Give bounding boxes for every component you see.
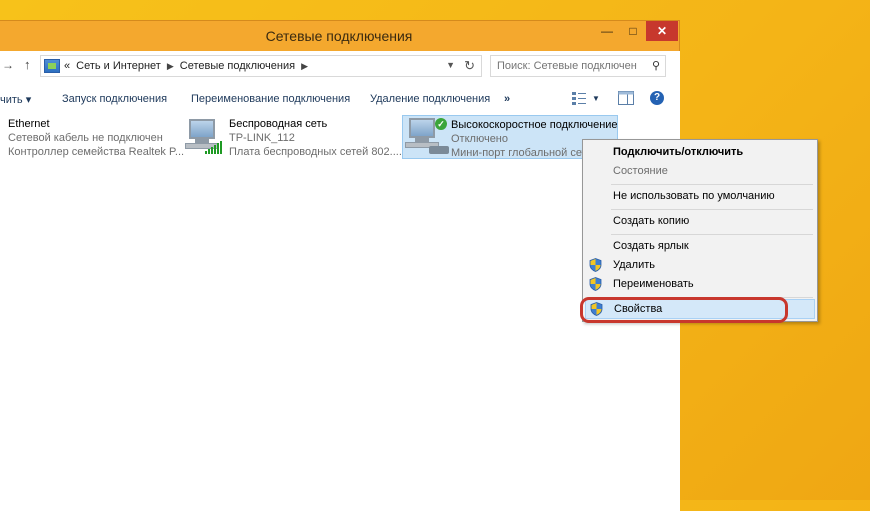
menu-item-connect-disconnect[interactable]: Подключить/отключить (583, 142, 817, 162)
preview-pane-icon[interactable] (618, 91, 634, 108)
close-button[interactable]: ✕ (646, 21, 678, 41)
window-client: → ↑ « Сеть и Интернет ▶ Сетевые подключе… (0, 51, 680, 511)
connection-status: TP-LINK_112 (229, 132, 295, 144)
organize-button[interactable]: чить ▾ (0, 93, 31, 106)
menu-item-not-default[interactable]: Не использовать по умолчанию (583, 186, 817, 206)
menu-item-delete[interactable]: Удалить (583, 255, 817, 275)
search-box[interactable]: ⚲ (490, 55, 666, 77)
menu-item-rename[interactable]: Переименовать (583, 274, 817, 294)
network-connections-window: Сетевые подключения — □ ✕ → ↑ « Сеть и И… (0, 20, 680, 511)
view-dropdown-icon[interactable]: ▼ (592, 94, 600, 103)
menu-separator (611, 209, 813, 210)
control-panel-icon (44, 59, 60, 73)
menu-item-status: Состояние (613, 165, 668, 177)
search-input[interactable] (497, 60, 637, 72)
search-icon[interactable]: ⚲ (652, 59, 660, 72)
modem-icon (429, 146, 449, 154)
connection-device: Контроллер семейства Realtek P... (8, 146, 185, 158)
title-bar[interactable]: Сетевые подключения — □ ✕ (0, 21, 679, 51)
check-icon: ✓ (435, 118, 447, 130)
connection-status: Сетевой кабель не подключен (8, 132, 163, 144)
rename-connection-button[interactable]: Переименование подключения (191, 93, 350, 105)
address-bar-row: → ↑ « Сеть и Интернет ▶ Сетевые подключе… (0, 51, 680, 81)
refresh-icon[interactable]: ↻ (464, 58, 475, 74)
connections-list: Ethernet Сетевой кабель не подключен Кон… (0, 115, 680, 511)
menu-item-create-copy[interactable]: Создать копию (583, 211, 817, 231)
context-menu: Подключить/отключить Состояние Не исполь… (582, 139, 818, 322)
menu-item-create-shortcut[interactable]: Создать ярлык (583, 236, 817, 256)
start-connection-button[interactable]: Запуск подключения (62, 93, 167, 105)
menu-separator (611, 234, 813, 235)
connection-ethernet[interactable]: Ethernet Сетевой кабель не подключен Кон… (8, 117, 184, 163)
connection-name: Ethernet (8, 118, 50, 130)
window-title: Сетевые подключения (265, 28, 413, 44)
wireless-network-icon (185, 119, 222, 154)
connection-name: Высокоскоростное подключение (451, 119, 618, 131)
highlight-callout (580, 297, 788, 323)
forward-arrow-icon[interactable]: → (2, 58, 14, 72)
change-view-icon[interactable] (571, 91, 587, 108)
maximize-button[interactable]: □ (620, 21, 646, 41)
breadcrumb-network-connections[interactable]: Сетевые подключения (180, 60, 295, 72)
breadcrumb-separator-icon[interactable]: ▶ (167, 61, 174, 72)
connection-device: Плата беспроводных сетей 802.... (229, 146, 402, 158)
help-icon[interactable]: ? (650, 91, 664, 105)
up-arrow-icon[interactable]: ↑ (24, 57, 31, 72)
address-bar[interactable]: « Сеть и Интернет ▶ Сетевые подключения … (40, 55, 482, 77)
connection-name: Беспроводная сеть (229, 118, 328, 130)
command-bar: чить ▾ Запуск подключения Переименование… (0, 85, 680, 113)
broadband-connection-icon: ✓ (405, 118, 449, 154)
menu-separator (611, 184, 813, 185)
uac-shield-icon (589, 277, 602, 291)
address-dropdown-icon[interactable]: ▼ (446, 60, 455, 70)
breadcrumb-network-internet[interactable]: Сеть и Интернет (76, 60, 161, 72)
breadcrumb-overflow[interactable]: « (64, 60, 70, 72)
minimize-button[interactable]: — (594, 21, 620, 41)
delete-connection-button[interactable]: Удаление подключения (370, 93, 490, 105)
uac-shield-icon (589, 258, 602, 272)
breadcrumb-separator-icon[interactable]: ▶ (301, 61, 308, 72)
more-commands-button[interactable]: » (504, 93, 510, 105)
